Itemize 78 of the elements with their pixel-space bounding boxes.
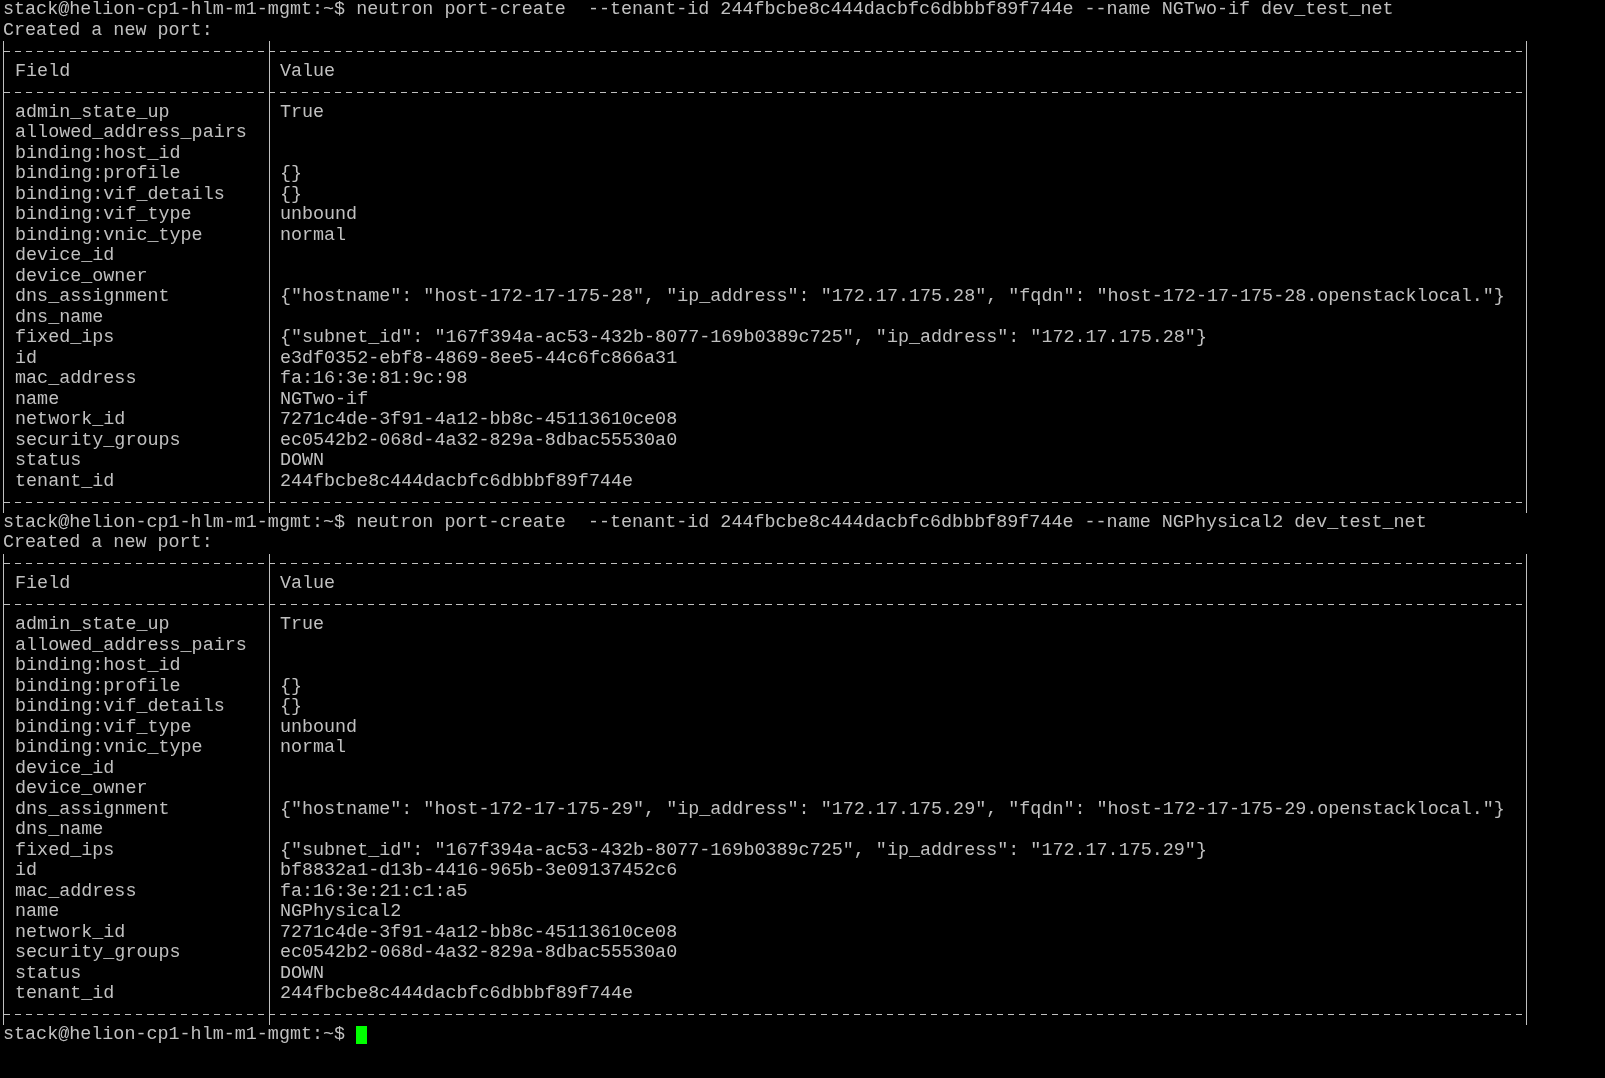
field-value: 7271c4de-3f91-4a12-bb8c-45113610ce08 (279, 409, 678, 430)
field-name: admin_state_up (15, 101, 170, 123)
field-value: {"subnet_id": "167f394a-ac53-432b-8077-169b0389c725", "ip_address": "172.17.175.29"} (279, 839, 1207, 861)
field-value: NGPhysical2 (279, 901, 402, 922)
field-value: ec0542b2-068d-4a32-829a-8dbac55530a0 (279, 429, 678, 451)
field-name: binding:vnic_type (15, 737, 203, 758)
prompt-text: stack@helion-cp1-hlm-m1-mgmt:~$ (3, 512, 346, 533)
command-text: neutron port-create --tenant-id 244fbcbe8c444dacbfc6dbbbf89f744e --name NGTwo-if dev_test_net (356, 0, 1394, 21)
field-value: True (279, 614, 325, 635)
field-name: status (15, 450, 82, 471)
field-value: {} (279, 675, 302, 697)
prompt-text: stack@helion-cp1-hlm-m1-mgmt:~$ (3, 1025, 346, 1046)
field-name: binding:vnic_type (15, 224, 203, 246)
field-name: admin_state_up (15, 614, 170, 635)
column-header: Field (15, 573, 71, 594)
command-text: neutron port-create --tenant-id 244fbcbe8c444dacbfc6dbbbf89f744e --name NGPhysical2 dev_test_net (356, 512, 1427, 533)
field-name: dns_assignment (15, 798, 170, 820)
column-header: Value (279, 573, 336, 594)
field-name: tenant_id (15, 983, 115, 1004)
field-name: binding:profile (15, 163, 181, 184)
field-name: binding:host_id (15, 655, 181, 676)
field-value: True (279, 101, 325, 123)
field-name: dns_name (15, 819, 104, 840)
field-name: binding:vif_details (15, 696, 225, 717)
field-name: binding:vif_type (15, 716, 192, 738)
field-value: 244fbcbe8c444dacbfc6dbbbf89f744e (279, 983, 634, 1004)
field-name: binding:vif_type (15, 204, 192, 225)
field-value: fa:16:3e:21:c1:a5 (279, 880, 468, 902)
field-name: allowed_address_pairs (15, 634, 247, 656)
field-name: binding:profile (15, 675, 181, 697)
field-value: ec0542b2-068d-4a32-829a-8dbac55530a0 (279, 942, 678, 963)
field-name: device_id (15, 757, 115, 779)
field-name: name (15, 901, 60, 922)
prompt-text: stack@helion-cp1-hlm-m1-mgmt:~$ (3, 0, 346, 21)
field-value: DOWN (279, 450, 325, 471)
field-value: 244fbcbe8c444dacbfc6dbbbf89f744e (279, 470, 634, 492)
field-value: {} (279, 163, 302, 184)
field-value: bf8832a1-d13b-4416-965b-3e09137452c6 (279, 860, 678, 881)
field-name: allowed_address_pairs (15, 122, 247, 143)
field-name: binding:vif_details (15, 183, 225, 205)
field-value: fa:16:3e:81:9c:98 (279, 368, 468, 389)
field-name: name (15, 388, 60, 410)
field-value: {"hostname": "host-172-17-175-28", "ip_address": "172.17.175.28", "fqdn": "host-172-17-175-28.openstacklocal."} (279, 286, 1505, 307)
field-name: id (15, 860, 38, 881)
field-name: device_id (15, 245, 115, 266)
field-name: security_groups (15, 429, 181, 451)
field-name: security_groups (15, 942, 181, 963)
field-name: fixed_ips (15, 839, 115, 861)
cursor-icon (356, 1026, 367, 1045)
output-text: Created a new port: (3, 533, 213, 554)
field-name: mac_address (15, 880, 137, 902)
field-name: status (15, 962, 82, 984)
column-header: Field (15, 60, 71, 82)
field-name: mac_address (15, 368, 137, 389)
field-value: unbound (279, 716, 358, 738)
field-value: e3df0352-ebf8-4869-8ee5-44c6fc866a31 (279, 347, 678, 369)
field-value: normal (279, 224, 347, 246)
field-name: fixed_ips (15, 327, 115, 348)
field-value: {"hostname": "host-172-17-175-29", "ip_address": "172.17.175.29", "fqdn": "host-172-17-175-29.openstacklocal."} (279, 798, 1505, 820)
field-name: device_owner (15, 778, 148, 799)
field-value: {} (279, 183, 302, 205)
field-value: normal (279, 737, 347, 758)
column-header: Value (279, 60, 336, 82)
output-text: Created a new port: (3, 20, 213, 41)
field-name: dns_assignment (15, 286, 170, 307)
field-value: {"subnet_id": "167f394a-ac53-432b-8077-169b0389c725", "ip_address": "172.17.175.28"} (279, 327, 1207, 348)
field-name: device_owner (15, 265, 148, 287)
field-name: id (15, 347, 38, 369)
field-value: unbound (279, 204, 358, 225)
field-name: tenant_id (15, 470, 115, 492)
field-name: network_id (15, 921, 126, 943)
field-name: dns_name (15, 306, 104, 328)
field-name: network_id (15, 409, 126, 430)
field-value: NGTwo-if (279, 388, 369, 410)
field-value: {} (279, 696, 302, 717)
field-name: binding:host_id (15, 142, 181, 164)
field-value: DOWN (279, 962, 325, 984)
field-value: 7271c4de-3f91-4a12-bb8c-45113610ce08 (279, 921, 678, 943)
